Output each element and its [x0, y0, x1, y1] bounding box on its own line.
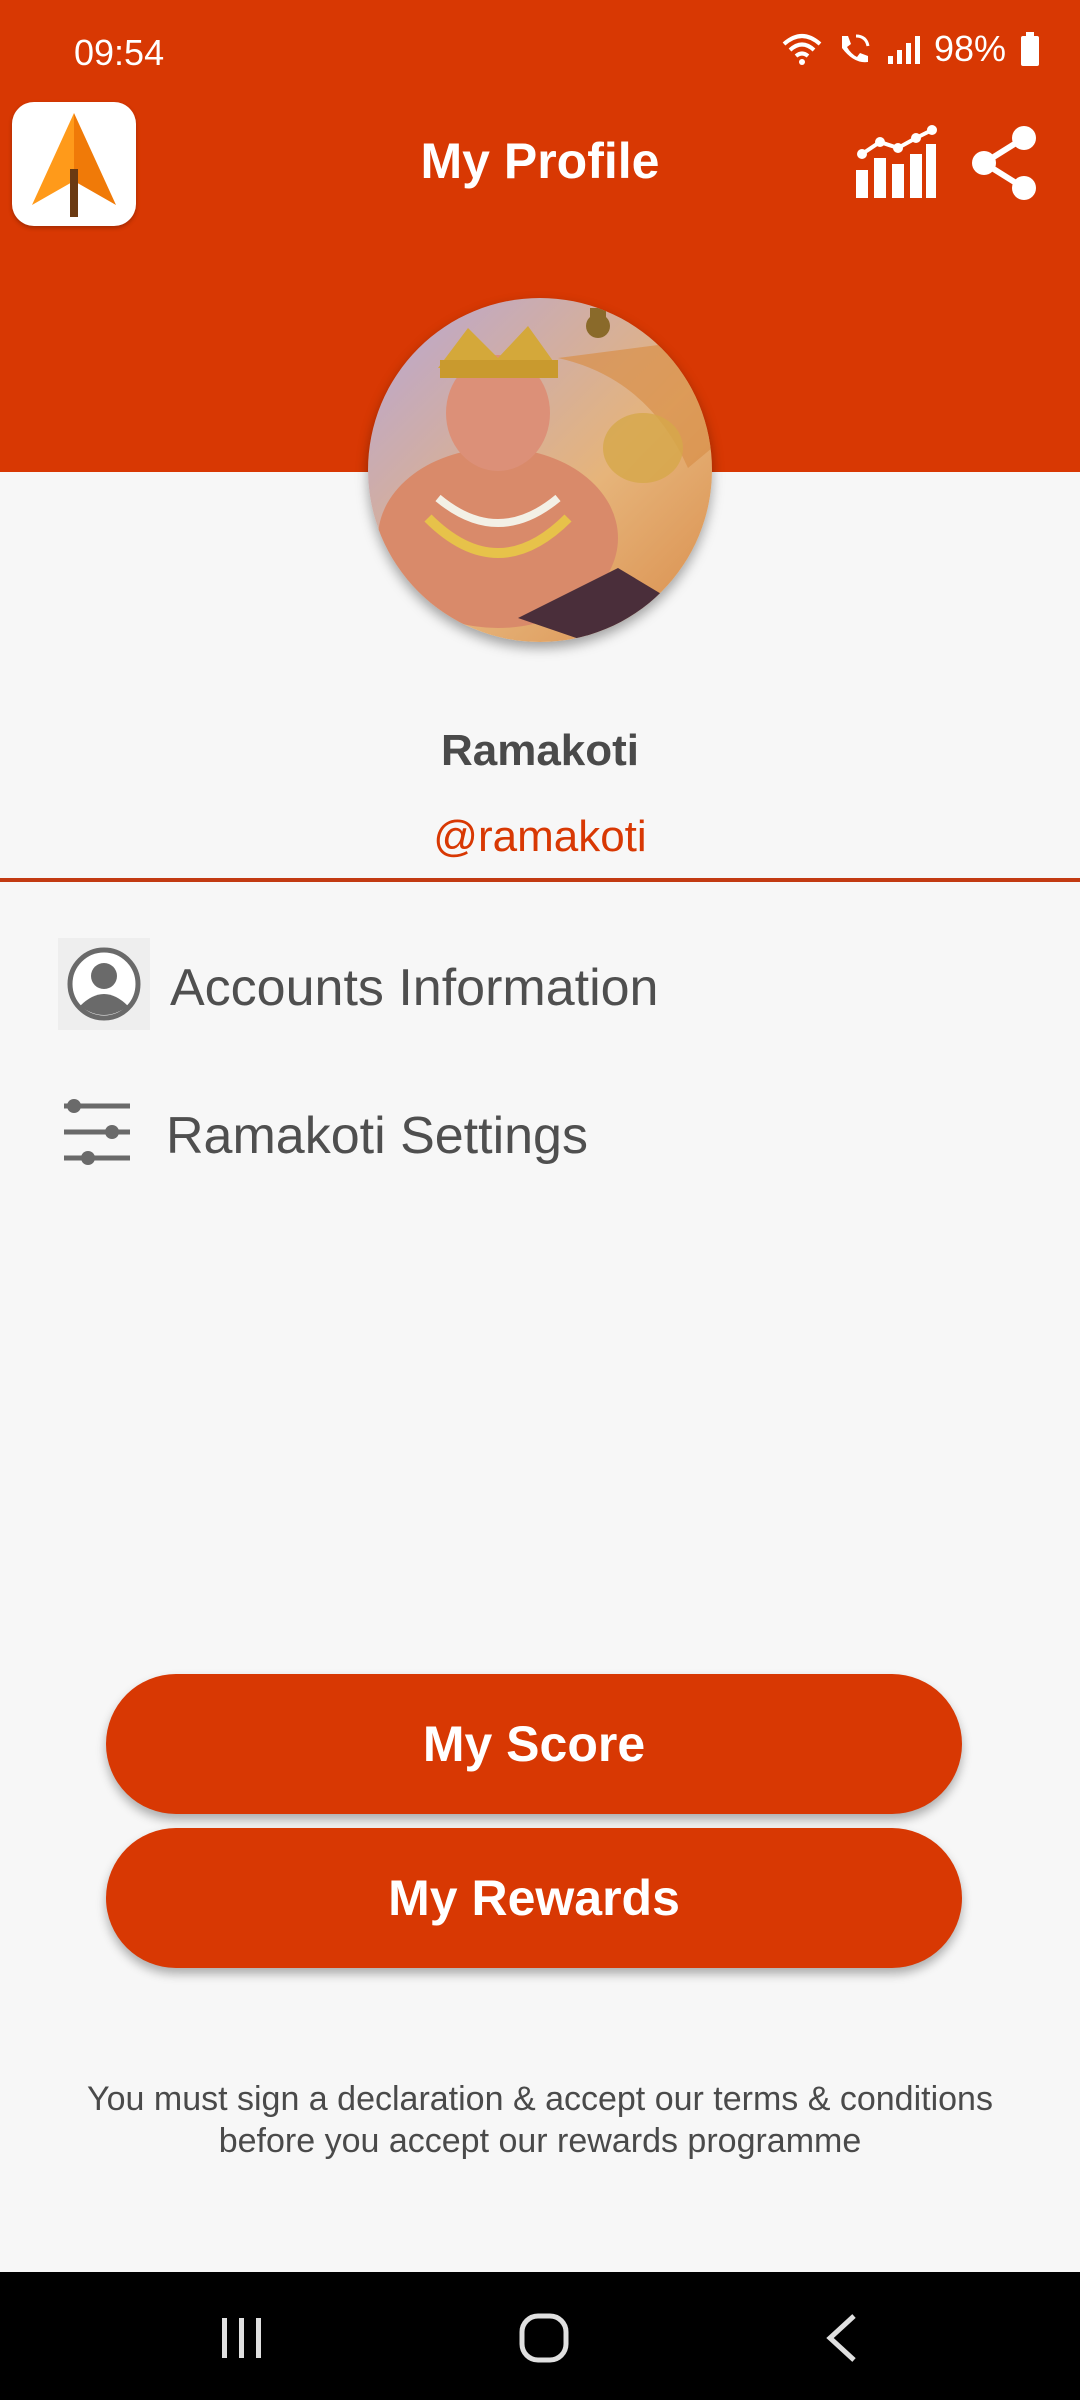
menu-item-label: Accounts Information: [170, 959, 659, 1017]
avatar[interactable]: [368, 298, 712, 642]
recents-icon[interactable]: [214, 2314, 270, 2362]
profile-handle: @ramakoti: [433, 812, 647, 861]
my-rewards-button[interactable]: My Rewards: [106, 1828, 962, 1968]
battery-percent: 98%: [933, 28, 1006, 69]
profile-name: Ramakoti: [440, 726, 640, 775]
system-nav-bar: [0, 2272, 1080, 2400]
status-icons: 98%: [782, 28, 1040, 70]
menu-item-label: Ramakoti Settings: [166, 1107, 588, 1165]
divider: [0, 878, 1080, 882]
status-bar: 09:54 98%: [0, 0, 1080, 100]
back-icon[interactable]: [822, 2310, 862, 2366]
avatar-image: [368, 298, 712, 642]
account-icon: [58, 938, 150, 1030]
disclaimer-line-1: You must sign a declaration & accept our…: [87, 2080, 993, 2118]
rewards-disclaimer: You must sign a declaration & accept our…: [40, 2078, 1040, 2162]
wifi-calling-icon: [841, 34, 870, 63]
status-time: 09:54: [74, 32, 165, 73]
my-score-button[interactable]: My Score: [106, 1674, 962, 1814]
battery-icon: [1021, 32, 1039, 66]
signal-icon: [887, 36, 920, 64]
home-icon[interactable]: [516, 2310, 572, 2366]
wifi-icon: [782, 34, 822, 65]
disclaimer-line-2: before you accept our rewards programme: [218, 2122, 862, 2160]
menu-item-ramakoti-settings[interactable]: Ramakoti Settings: [0, 1074, 1080, 1194]
settings-sliders-icon: [62, 1096, 134, 1168]
share-icon[interactable]: [968, 124, 1040, 202]
menu-item-accounts-information[interactable]: Accounts Information: [0, 926, 1080, 1046]
stats-chart-icon[interactable]: [852, 124, 938, 200]
